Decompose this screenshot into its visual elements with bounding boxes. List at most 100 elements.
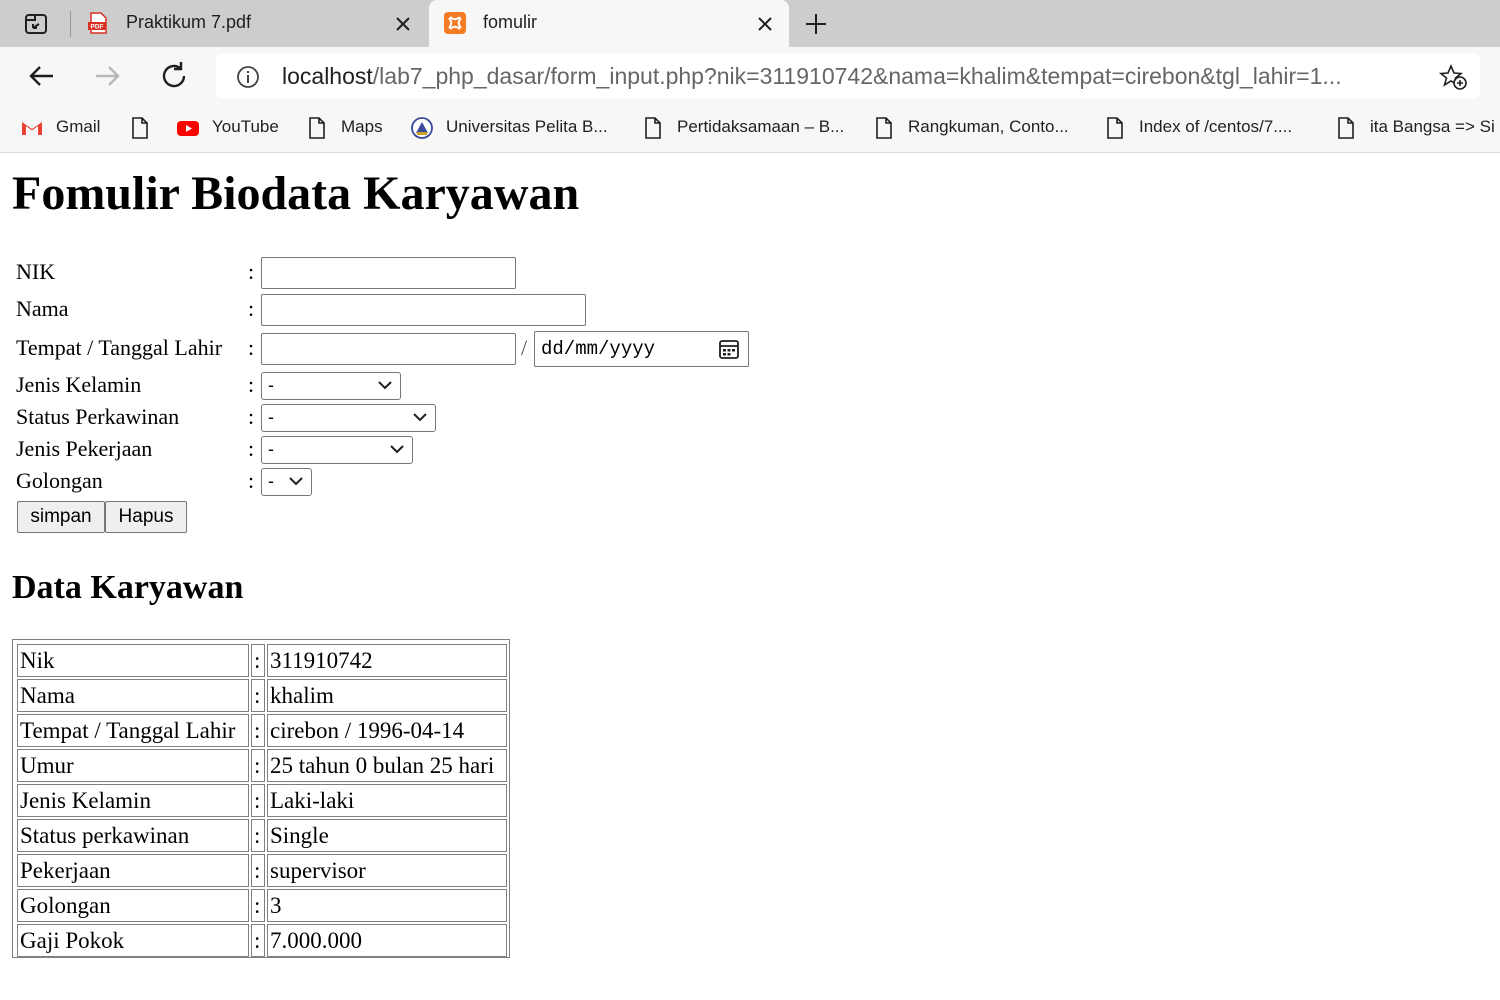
jenis-pekerjaan-label: Jenis Pekerjaan xyxy=(16,436,153,461)
tab-title: fomulir xyxy=(483,12,538,32)
bookmark-label: YouTube xyxy=(212,117,279,136)
row-value: Single xyxy=(267,819,507,852)
colon: : xyxy=(248,436,255,461)
new-tab-icon[interactable] xyxy=(800,10,832,38)
row-colon: : xyxy=(251,749,265,782)
data-table-grid: Nik:311910742 Nama: khalim Tempat / Tanggal… xyxy=(15,642,509,959)
table-row: Gaji Pokok:7.000.000 xyxy=(17,924,507,957)
colon: : xyxy=(248,259,255,284)
row-value: 25 tahun 0 bulan 25 hari xyxy=(267,749,507,782)
separator-slash: / xyxy=(521,335,528,360)
row-value: 311910742 xyxy=(267,644,507,677)
row-colon: : xyxy=(251,889,265,922)
nik-input[interactable] xyxy=(261,257,516,289)
tempat-lahir-input[interactable] xyxy=(261,333,516,365)
chevron-down-icon xyxy=(289,477,303,486)
nama-label: Nama xyxy=(16,296,69,321)
row-value: Laki-laki xyxy=(267,784,507,817)
row-colon: : xyxy=(251,924,265,957)
row-colon: : xyxy=(251,714,265,747)
url-path: /lab7_php_dasar/form_input.php?nik=31191… xyxy=(372,63,1342,89)
bookmark-label: Universitas Pelita B... xyxy=(446,117,608,136)
add-favorite-icon[interactable] xyxy=(1438,63,1468,91)
browser-toolbar: localhost/lab7_php_dasar/form_input.php?… xyxy=(0,47,1500,105)
back-arrow-icon[interactable] xyxy=(25,59,59,93)
row-colon: : xyxy=(251,819,265,852)
bookmark-label: Index of /centos/7.... xyxy=(1139,117,1293,136)
close-icon[interactable] xyxy=(393,14,413,34)
url-host: localhost xyxy=(282,63,373,89)
tab-fomulir[interactable]: fomulir xyxy=(429,0,789,47)
page-icon xyxy=(876,117,892,139)
xampp-icon xyxy=(444,12,466,34)
bookmark-label: Maps xyxy=(341,117,383,136)
bookmarks-bar: Gmail YouTube Maps Universitas Pelita B.… xyxy=(0,105,1500,153)
hapus-button[interactable]: Hapus xyxy=(105,501,187,533)
table-row: Pekerjaan: supervisor xyxy=(17,854,507,887)
tab-actions-button[interactable] xyxy=(14,10,58,38)
page-icon xyxy=(309,117,325,139)
row-label: Nik xyxy=(17,644,249,677)
chevron-down-icon xyxy=(378,381,392,390)
row-label: Umur xyxy=(17,749,249,782)
youtube-icon xyxy=(177,121,199,136)
gmail-icon xyxy=(22,122,42,135)
page-icon xyxy=(645,117,661,139)
date-placeholder: dd/mm/yyyy xyxy=(541,338,656,360)
page-content: Fomulir Biodata Karyawan NIK : Nama : Te… xyxy=(0,154,1500,1000)
nama-input[interactable] xyxy=(261,294,586,326)
close-icon[interactable] xyxy=(755,14,775,34)
page-icon xyxy=(1338,117,1354,139)
row-value: 7.000.000 xyxy=(267,924,507,957)
row-value: supervisor xyxy=(267,854,507,887)
pdf-icon: PDF xyxy=(88,12,107,34)
url-text[interactable]: localhost/lab7_php_dasar/form_input.php?… xyxy=(282,63,1412,90)
jenis-kelamin-label: Jenis Kelamin xyxy=(16,372,142,397)
reload-icon[interactable] xyxy=(157,59,191,93)
tab-praktikum-pdf[interactable]: PDF Praktikum 7.pdf xyxy=(72,0,427,47)
table-row: Umur:25 tahun 0 bulan 25 hari xyxy=(17,749,507,782)
address-bar[interactable]: localhost/lab7_php_dasar/form_input.php?… xyxy=(216,54,1480,98)
status-perkawinan-label: Status Perkawinan xyxy=(16,404,180,429)
table-row: Status perkawinan: Single xyxy=(17,819,507,852)
row-label: Tempat / Tanggal Lahir xyxy=(17,714,249,747)
bookmark-label: ita Bangsa => Si xyxy=(1370,117,1495,136)
table-row: Golongan:3 xyxy=(17,889,507,922)
golongan-select[interactable]: - xyxy=(261,468,312,496)
tab-actions-icon xyxy=(25,14,47,34)
row-label: Jenis Kelamin xyxy=(17,784,249,817)
page-icon xyxy=(132,117,148,139)
colon: : xyxy=(248,404,255,429)
row-value: khalim xyxy=(267,679,507,712)
bookmark-label: Pertidaksamaan – B... xyxy=(677,117,845,136)
table-row: Jenis Kelamin: Laki-laki xyxy=(17,784,507,817)
simpan-button[interactable]: simpan xyxy=(17,501,105,533)
jenis-pekerjaan-select[interactable]: - xyxy=(261,436,413,464)
selected-value: - xyxy=(268,375,274,395)
chevron-down-icon xyxy=(413,413,427,422)
row-label: Nama xyxy=(17,679,249,712)
tanggal-lahir-date-input[interactable]: dd/mm/yyyy xyxy=(534,331,749,367)
status-perkawinan-select[interactable]: - xyxy=(261,404,436,432)
university-icon xyxy=(411,117,433,139)
jenis-kelamin-select[interactable]: - xyxy=(261,372,401,400)
table-row: Tempat / Tanggal Lahir: cirebon / 1996-04… xyxy=(17,714,507,747)
info-icon[interactable] xyxy=(236,65,260,89)
tab-title: Praktikum 7.pdf xyxy=(126,12,252,32)
colon: : xyxy=(248,335,255,360)
calendar-icon[interactable] xyxy=(718,338,740,360)
tab-divider xyxy=(70,11,71,37)
row-label: Status perkawinan xyxy=(17,819,249,852)
selected-value: - xyxy=(268,407,274,427)
forward-arrow-icon[interactable] xyxy=(90,59,124,93)
form-title: Fomulir Biodata Karyawan xyxy=(12,167,580,220)
row-value: 3 xyxy=(267,889,507,922)
page-icon xyxy=(1107,117,1123,139)
bookmark-label: Rangkuman, Conto... xyxy=(908,117,1069,136)
row-label: Golongan xyxy=(17,889,249,922)
colon: : xyxy=(248,372,255,397)
golongan-label: Golongan xyxy=(16,468,103,493)
table-row: Nik:311910742 xyxy=(17,644,507,677)
chevron-down-icon xyxy=(390,445,404,454)
row-colon: : xyxy=(251,854,265,887)
